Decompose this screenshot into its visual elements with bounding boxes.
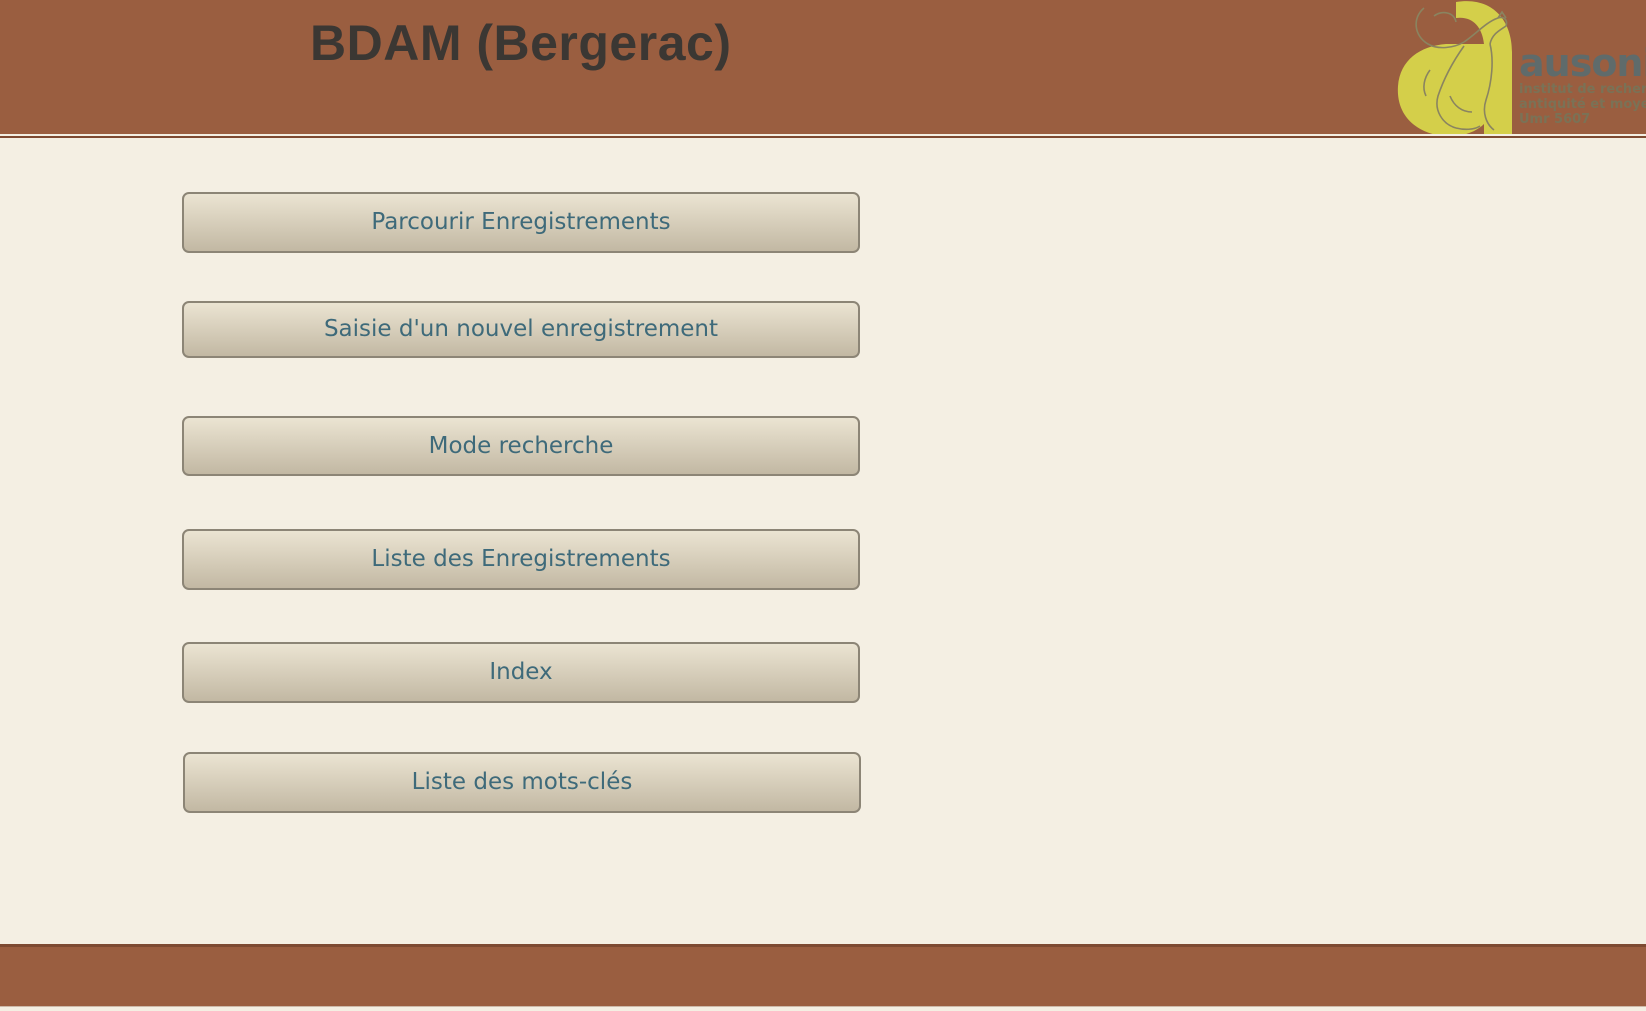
logo-name: ausoniu [1519, 41, 1646, 85]
keywords-list-button[interactable]: Liste des mots-clés [183, 752, 861, 813]
logo-subtitle-3: Umr 5607 [1519, 112, 1591, 127]
logo-subtitle-2: antiquité et moyen â [1519, 97, 1646, 112]
logo-text: ausoniu institut de recherche antiquité … [1519, 44, 1646, 127]
search-mode-button[interactable]: Mode recherche [182, 416, 860, 476]
header-bar: BDAM (Bergerac) ausoniu institut de rech… [0, 0, 1646, 136]
page-title: BDAM (Bergerac) [310, 15, 732, 71]
ausonius-logo: ausoniu institut de recherche antiquité … [1394, 0, 1646, 134]
index-button[interactable]: Index [182, 642, 860, 703]
footer-divider [0, 1006, 1646, 1011]
new-record-button[interactable]: Saisie d'un nouvel enregistrement [182, 301, 860, 358]
records-list-button[interactable]: Liste des Enregistrements [182, 529, 860, 590]
main-content: Parcourir Enregistrements Saisie d'un no… [0, 138, 1646, 944]
footer-bar [0, 944, 1646, 1009]
browse-records-button[interactable]: Parcourir Enregistrements [182, 192, 860, 253]
logo-subtitle-1: institut de recherche [1519, 82, 1646, 97]
